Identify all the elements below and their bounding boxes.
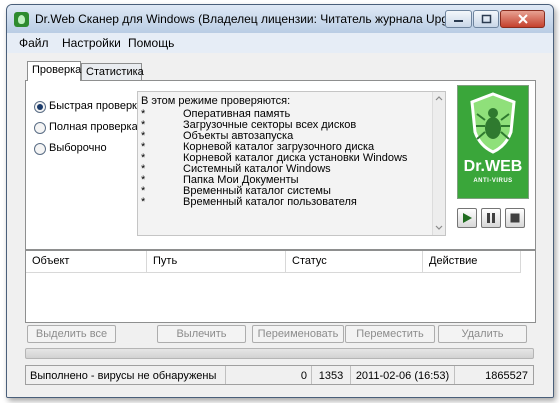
status-bar: Выполнено - вирусы не обнаружены 0 1353 … xyxy=(25,365,534,385)
status-infected-count: 0 xyxy=(226,366,312,384)
minimize-icon xyxy=(454,20,463,22)
scan-info-box: В этом режиме проверяются: * Оперативная … xyxy=(137,91,446,236)
scan-panel: Быстрая проверка Полная проверка Выбороч… xyxy=(25,80,536,250)
pause-icon xyxy=(487,213,495,223)
close-icon xyxy=(517,14,528,24)
info-header: В этом режиме проверяются: xyxy=(141,95,291,107)
status-checked-count: 1353 xyxy=(312,366,351,384)
client-area: Проверка Статистика Быстрая проверка Пол… xyxy=(7,53,553,397)
menu-settings[interactable]: Настройки xyxy=(62,36,121,50)
status-datetime: 2011-02-06 (16:53) xyxy=(351,366,455,384)
delete-button[interactable]: Удалить xyxy=(438,325,527,343)
close-button[interactable] xyxy=(500,10,545,28)
menu-file[interactable]: Файл xyxy=(19,36,49,50)
info-scrollbar[interactable] xyxy=(432,92,445,235)
play-icon xyxy=(463,213,472,223)
maximize-button[interactable] xyxy=(473,10,499,28)
radio-label: Полная проверка xyxy=(49,121,138,133)
tab-statistics[interactable]: Статистика xyxy=(81,63,144,80)
stop-icon xyxy=(510,213,520,223)
main-window: Dr.Web Сканер для Windows (Владелец лице… xyxy=(6,4,554,398)
scan-progress-bar xyxy=(25,348,534,359)
logo-sub-text: ANTI-VIRUS xyxy=(473,178,513,184)
radio-dot xyxy=(34,143,46,155)
status-message: Выполнено - вирусы не обнаружены xyxy=(26,366,226,384)
radio-label: Выборочно xyxy=(49,142,107,154)
logo-brand-text: Dr.WEB xyxy=(463,158,523,175)
minimize-button[interactable] xyxy=(445,10,472,28)
spider-shield-icon xyxy=(470,92,516,154)
column-header-path[interactable]: Путь xyxy=(147,251,286,273)
drweb-logo: Dr.WEB ANTI-VIRUS xyxy=(457,85,529,199)
results-table: Объект Путь Статус Действие xyxy=(25,250,536,323)
radio-label: Быстрая проверка xyxy=(49,100,144,112)
scroll-arrows-icon xyxy=(435,96,443,230)
select-all-button[interactable]: Выделить все xyxy=(27,325,116,343)
status-virus-records: 1865527 xyxy=(485,370,528,382)
title-bar[interactable]: Dr.Web Сканер для Windows (Владелец лице… xyxy=(7,5,553,33)
cure-button[interactable]: Вылечить xyxy=(157,325,246,343)
radio-dot xyxy=(34,101,46,113)
column-header-object[interactable]: Объект xyxy=(26,251,147,273)
maximize-icon xyxy=(481,14,491,24)
menu-help[interactable]: Помощь xyxy=(128,36,174,50)
drweb-spider-icon xyxy=(14,12,29,27)
rename-button[interactable]: Переименовать xyxy=(252,325,344,343)
move-button[interactable]: Переместить xyxy=(345,325,435,343)
tab-scan[interactable]: Проверка xyxy=(27,61,81,81)
window-title: Dr.Web Сканер для Windows (Владелец лице… xyxy=(35,12,450,26)
stop-scan-button[interactable] xyxy=(505,208,525,228)
menu-bar: Файл Настройки Помощь xyxy=(7,33,553,53)
column-header-action[interactable]: Действие xyxy=(423,251,521,273)
column-header-status[interactable]: Статус xyxy=(286,251,423,273)
radio-dot xyxy=(34,122,46,134)
start-scan-button[interactable] xyxy=(457,208,477,228)
pause-scan-button[interactable] xyxy=(481,208,501,228)
